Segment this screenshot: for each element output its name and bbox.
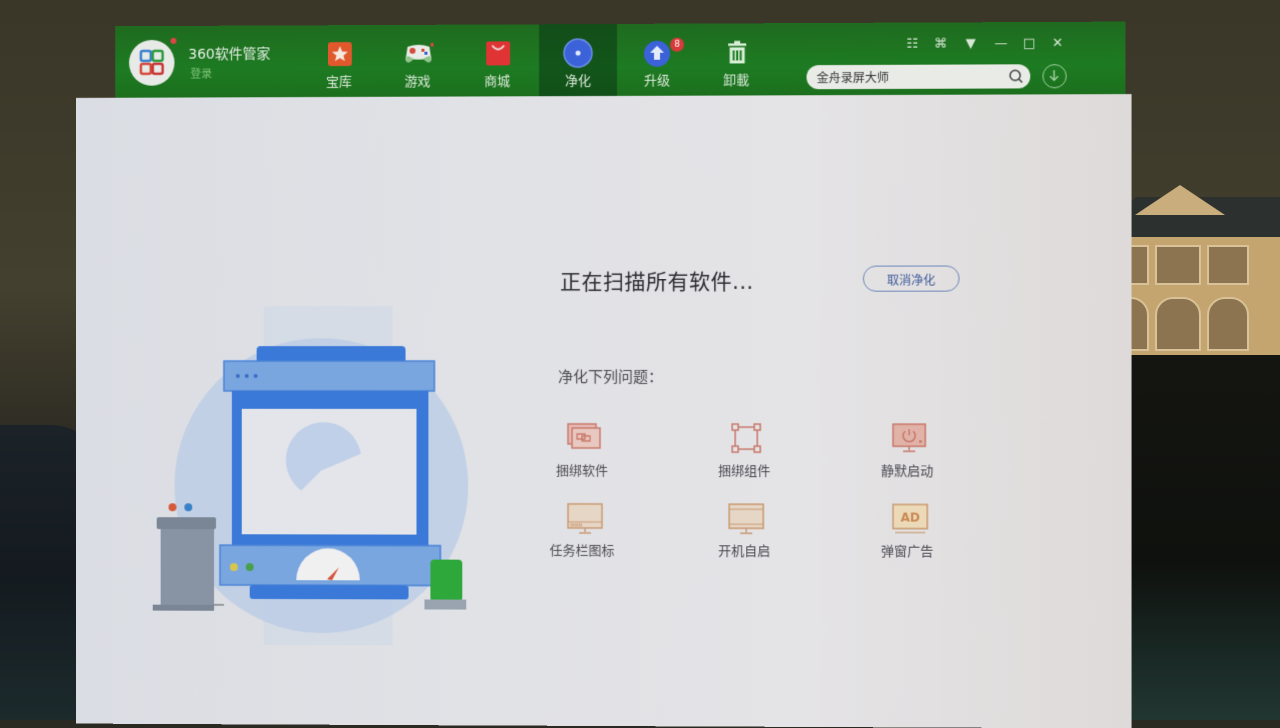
issue-label: 弹窗广告 bbox=[857, 541, 958, 560]
issue-label: 捆绑组件 bbox=[694, 460, 794, 479]
issue-bundled-software[interactable]: 捆绑软件 bbox=[532, 422, 632, 492]
popup-ad-icon: AD bbox=[889, 502, 929, 534]
download-manager-button[interactable] bbox=[1042, 64, 1066, 88]
maximize-icon[interactable]: □ bbox=[1020, 36, 1038, 52]
nav-games[interactable]: 游戏 bbox=[379, 25, 457, 97]
bundled-software-icon bbox=[564, 422, 604, 454]
nav-label: 游戏 bbox=[379, 71, 457, 90]
gamepad-icon bbox=[404, 41, 434, 67]
download-arrow-icon bbox=[1043, 65, 1064, 86]
search-box bbox=[807, 64, 1031, 89]
search-input[interactable] bbox=[817, 64, 998, 89]
nav-treasure[interactable]: 宝库 bbox=[300, 25, 377, 97]
issue-bundled-component[interactable]: 捆绑组件 bbox=[694, 422, 794, 492]
nav-label: 宝库 bbox=[300, 71, 377, 90]
scanning-illustration bbox=[153, 306, 480, 645]
nav-purify[interactable]: 净化 bbox=[539, 24, 617, 96]
nav-store[interactable]: 商城 bbox=[458, 24, 536, 96]
app-window: 360软件管家 登录 宝库 游戏 bbox=[76, 22, 1134, 727]
notification-dot bbox=[171, 38, 177, 44]
upgrade-count-badge: 8 bbox=[670, 38, 684, 52]
purify-panel: 正在扫描所有软件... 取消净化 净化下列问题： 捆绑软件 捆绑 bbox=[76, 94, 1132, 728]
autostart-icon bbox=[726, 502, 766, 534]
nav-label: 商城 bbox=[458, 70, 536, 89]
bundled-component-icon bbox=[726, 422, 766, 454]
cancel-purify-button[interactable]: 取消净化 bbox=[863, 265, 960, 291]
butterfly-logo-icon bbox=[129, 40, 174, 86]
issue-label: 开机自启 bbox=[694, 540, 794, 559]
login-link[interactable]: 登录 bbox=[190, 66, 212, 82]
issue-taskbar-icon[interactable]: 任务栏图标 bbox=[532, 502, 632, 572]
app-title: 360软件管家 bbox=[188, 43, 270, 63]
nav-label: 卸載 bbox=[697, 69, 775, 88]
issues-heading: 净化下列问题： bbox=[558, 366, 663, 387]
grid-icon[interactable]: ☷ bbox=[903, 37, 921, 53]
trash-icon bbox=[724, 39, 750, 65]
scan-status-title: 正在扫描所有软件... bbox=[560, 266, 754, 296]
title-bar: 360软件管家 登录 宝库 游戏 bbox=[115, 22, 1125, 98]
purify-disc-icon bbox=[563, 38, 593, 68]
close-icon[interactable]: ✕ bbox=[1049, 36, 1067, 52]
nav-label: 净化 bbox=[539, 70, 617, 89]
issue-label: 任务栏图标 bbox=[532, 540, 632, 559]
issue-label: 捆绑软件 bbox=[532, 460, 632, 479]
issue-label: 静默启动 bbox=[857, 460, 958, 479]
issue-silent-start[interactable]: 静默启动 bbox=[857, 422, 958, 492]
taskbar-icon bbox=[564, 502, 604, 534]
upgrade-arrow-icon bbox=[643, 40, 671, 68]
svg-text:AD: AD bbox=[900, 510, 919, 524]
issue-popup-ad[interactable]: AD 弹窗广告 bbox=[857, 502, 958, 572]
issue-autostart[interactable]: 开机自启 bbox=[694, 502, 794, 572]
nav-label: 升级 bbox=[618, 70, 696, 89]
nav-upgrade[interactable]: 8 升级 bbox=[618, 24, 696, 96]
minimize-icon[interactable]: — bbox=[992, 36, 1010, 52]
skin-icon[interactable]: ⌘ bbox=[931, 36, 949, 52]
app-logo[interactable] bbox=[129, 40, 174, 86]
search-icon[interactable] bbox=[1008, 68, 1024, 84]
nav-uninstall[interactable]: 卸載 bbox=[697, 23, 775, 95]
shopping-bag-icon bbox=[485, 40, 511, 66]
treasure-star-icon bbox=[327, 41, 353, 67]
silent-start-icon bbox=[889, 422, 929, 454]
menu-icon[interactable]: ▼ bbox=[962, 36, 980, 52]
